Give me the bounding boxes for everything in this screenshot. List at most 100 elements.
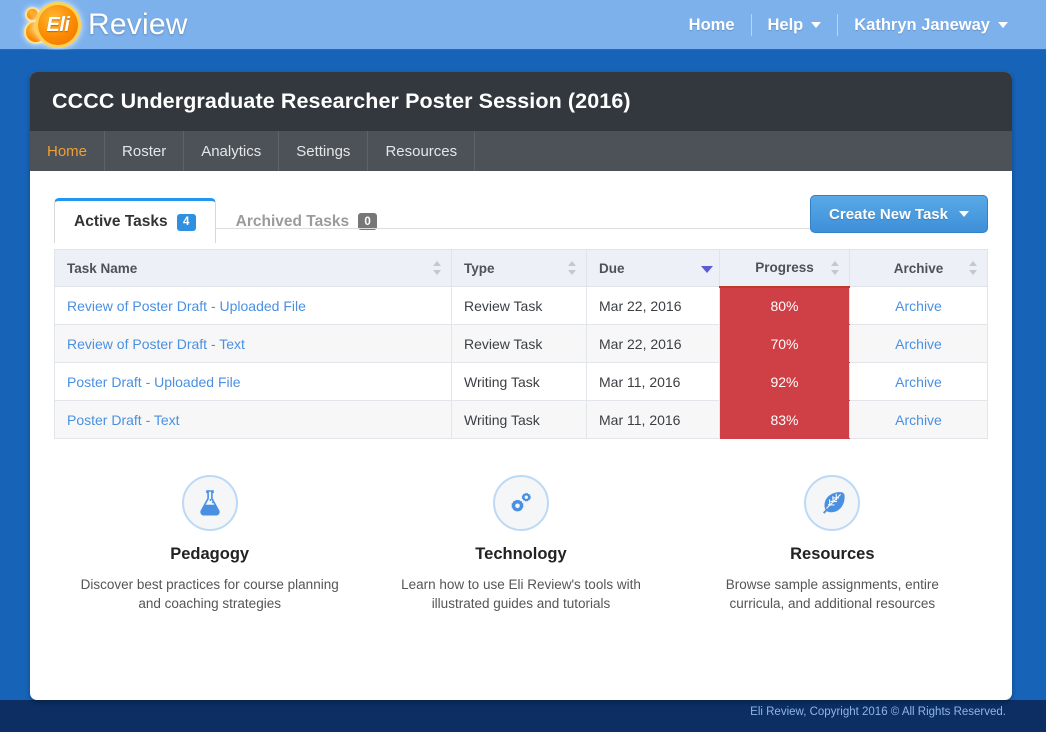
course-nav-home[interactable]: Home <box>30 131 106 171</box>
archive-link[interactable]: Archive <box>895 412 942 428</box>
tabs-region: Active Tasks 4 Archived Tasks 0 Create N… <box>30 171 1012 243</box>
tab-active-tasks-label: Active Tasks <box>74 213 168 230</box>
column-header-archive[interactable]: Archive <box>849 249 988 287</box>
feature-technology-desc: Learn how to use Eli Review's tools with… <box>401 577 641 612</box>
feature-technology[interactable]: Technology Learn how to use Eli Review's… <box>365 475 676 613</box>
task-link[interactable]: Review of Poster Draft - Uploaded File <box>67 298 306 314</box>
archive-link[interactable]: Archive <box>895 298 942 314</box>
eli-review-logo[interactable]: Eli Review <box>24 2 188 48</box>
cell-due: Mar 11, 2016 <box>586 400 720 439</box>
cell-task-name: Review of Poster Draft - Text <box>54 324 452 363</box>
course-card: CCCC Undergraduate Researcher Poster Ses… <box>30 72 1012 700</box>
cell-type: Writing Task <box>451 400 587 439</box>
logo-small-bubble-icon <box>27 9 38 20</box>
column-header-task-name[interactable]: Task Name <box>54 249 452 287</box>
tasks-table-wrap: Task Name Type Due Progress Archive Revi… <box>30 229 1012 439</box>
cell-task-name: Poster Draft - Uploaded File <box>54 362 452 401</box>
cell-progress: 92% <box>719 362 850 401</box>
column-header-type[interactable]: Type <box>451 249 587 287</box>
feature-resources-title: Resources <box>790 545 875 563</box>
cell-archive: Archive <box>849 286 988 325</box>
archive-link[interactable]: Archive <box>895 374 942 390</box>
footer-copyright: Eli Review, Copyright 2016 © All Rights … <box>750 706 1006 718</box>
sort-icon[interactable] <box>433 261 442 275</box>
nav-home-link[interactable]: Home <box>673 16 751 35</box>
feature-pedagogy[interactable]: Pedagogy Discover best practices for cou… <box>54 475 365 613</box>
chevron-down-icon <box>998 22 1008 28</box>
sort-descending-icon[interactable] <box>701 261 713 275</box>
cell-type: Review Task <box>451 324 587 363</box>
feature-resources-desc: Browse sample assignments, entire curric… <box>725 577 939 612</box>
course-nav: Home Roster Analytics Settings Resources <box>30 131 1012 171</box>
task-link[interactable]: Poster Draft - Uploaded File <box>67 374 241 390</box>
chevron-down-icon <box>811 22 822 28</box>
cell-due: Mar 22, 2016 <box>586 286 720 325</box>
logo-mark-text: Eli <box>46 13 70 36</box>
app-root: Eli Review Home Help Kathryn Janeway Eli… <box>0 0 1046 732</box>
page-title: CCCC Undergraduate Researcher Poster Ses… <box>30 72 1012 131</box>
sort-icon[interactable] <box>568 261 577 275</box>
flask-icon <box>200 490 220 516</box>
feature-resources[interactable]: Resources Browse sample assignments, ent… <box>677 475 988 613</box>
global-header: Eli Review Home Help Kathryn Janeway <box>0 0 1046 50</box>
tab-active-tasks[interactable]: Active Tasks 4 <box>54 198 216 243</box>
cell-progress: 70% <box>719 324 850 363</box>
feature-links: Pedagogy Discover best practices for cou… <box>30 439 1012 613</box>
logo-wordmark: Review <box>88 8 188 41</box>
course-nav-analytics[interactable]: Analytics <box>184 131 280 171</box>
cell-task-name: Poster Draft - Text <box>54 400 452 439</box>
tab-archived-tasks[interactable]: Archived Tasks 0 <box>216 199 397 243</box>
task-link[interactable]: Review of Poster Draft - Text <box>67 336 245 352</box>
cell-type: Review Task <box>451 286 587 325</box>
feather-icon-circle <box>804 475 861 531</box>
tasks-table-head: Task Name Type Due Progress Archive <box>54 249 988 288</box>
column-header-task-name-label: Task Name <box>67 260 138 276</box>
course-nav-roster[interactable]: Roster <box>105 131 185 171</box>
create-new-task-label: Create New Task <box>829 205 948 223</box>
create-new-task-button[interactable]: Create New Task <box>810 195 988 233</box>
feather-icon <box>823 492 845 514</box>
cell-archive: Archive <box>849 362 988 401</box>
gears-icon <box>511 492 531 512</box>
archive-link[interactable]: Archive <box>895 336 942 352</box>
tab-active-tasks-count: 4 <box>176 213 196 231</box>
cell-progress: 80% <box>719 286 850 325</box>
nav-user-menu[interactable]: Kathryn Janeway <box>838 16 1024 35</box>
cell-due: Mar 22, 2016 <box>586 324 720 363</box>
table-row: Poster Draft - Uploaded File Writing Tas… <box>54 362 988 401</box>
logo-bubbles-icon: Eli <box>24 2 82 48</box>
sort-icon[interactable] <box>969 261 978 275</box>
feature-pedagogy-title: Pedagogy <box>170 545 250 563</box>
cell-archive: Archive <box>849 324 988 363</box>
feature-technology-title: Technology <box>475 545 567 563</box>
tasks-table: Task Name Type Due Progress Archive Revi… <box>54 249 988 439</box>
nav-user-label: Kathryn Janeway <box>854 15 990 34</box>
column-header-type-label: Type <box>464 260 495 276</box>
column-header-due-label: Due <box>599 260 625 276</box>
cell-archive: Archive <box>849 400 988 439</box>
cell-task-name: Review of Poster Draft - Uploaded File <box>54 286 452 325</box>
column-header-archive-label: Archive <box>893 260 944 276</box>
table-row: Review of Poster Draft - Text Review Tas… <box>54 324 988 363</box>
cell-type: Writing Task <box>451 362 587 401</box>
column-header-progress-label: Progress <box>755 260 814 276</box>
global-nav: Home Help Kathryn Janeway <box>673 0 1024 50</box>
table-row: Review of Poster Draft - Uploaded File R… <box>54 286 988 325</box>
column-header-due[interactable]: Due <box>586 249 720 287</box>
feature-pedagogy-desc: Discover best practices for course plann… <box>80 577 339 612</box>
sort-icon[interactable] <box>831 260 840 275</box>
cell-due: Mar 11, 2016 <box>586 362 720 401</box>
nav-help-label: Help <box>767 15 804 34</box>
chevron-down-icon <box>959 211 969 217</box>
table-header-row: Task Name Type Due Progress Archive <box>54 249 988 288</box>
course-nav-resources[interactable]: Resources <box>368 131 476 171</box>
tasks-table-body: Review of Poster Draft - Uploaded File R… <box>54 286 988 439</box>
course-nav-settings[interactable]: Settings <box>279 131 369 171</box>
gears-icon-circle <box>492 475 549 531</box>
task-link[interactable]: Poster Draft - Text <box>67 412 180 428</box>
flask-icon-circle <box>181 475 238 531</box>
column-header-progress[interactable]: Progress <box>719 249 850 288</box>
table-row: Poster Draft - Text Writing Task Mar 11,… <box>54 400 988 439</box>
cell-progress: 83% <box>719 400 850 439</box>
nav-help-menu[interactable]: Help <box>752 16 838 35</box>
